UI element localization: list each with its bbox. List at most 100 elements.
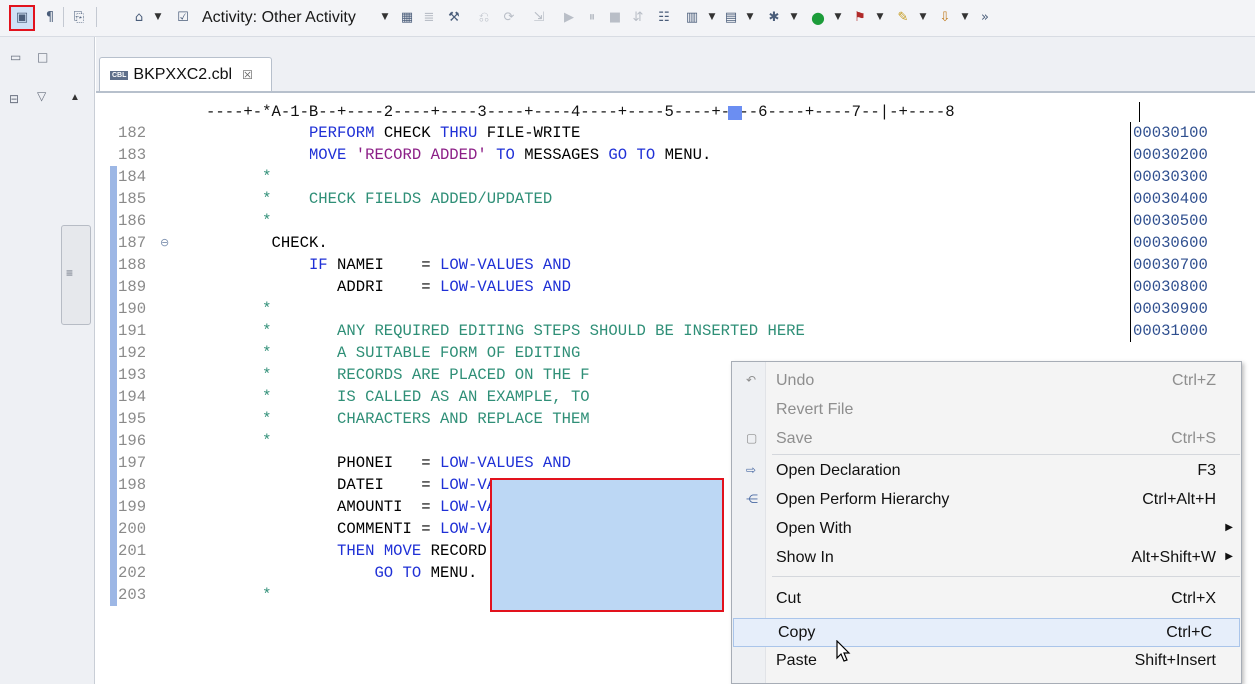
dimmed-toolbar-icon[interactable]: ⇲ <box>530 8 548 26</box>
run-icon-button[interactable]: ● <box>809 8 827 27</box>
navigate-icon-button[interactable]: ⇩ <box>936 8 954 26</box>
menu-item-show-in[interactable]: Show In Alt+Shift+W ▶ <box>732 544 1241 573</box>
menu-separator <box>772 454 1240 455</box>
activity-dropdown-icon[interactable]: ▼ <box>380 8 390 26</box>
suspend-icon-button[interactable]: ⏸ <box>583 8 601 26</box>
undo-icon: ↶ <box>746 373 757 387</box>
hierarchy-icon: ⋲ <box>746 492 758 506</box>
source-view-icon: ▣ <box>15 9 29 25</box>
source-text: * ANY REQUIRED EDITING STEPS SHOULD BE I… <box>206 322 805 340</box>
build-icon-button[interactable]: ⚒ <box>445 8 463 26</box>
menu-item-shortcut: Ctrl+Z <box>1172 372 1216 389</box>
menu-item-cut[interactable]: Cut Ctrl+X <box>732 585 1241 614</box>
tool-icon-button[interactable]: ✎ <box>894 8 912 26</box>
debug-dropdown-icon[interactable]: ▼ <box>789 8 799 26</box>
menu-item-paste[interactable]: Paste Shift+Insert <box>732 647 1241 676</box>
menu-item-label: Show In <box>776 549 834 566</box>
source-text: * <box>206 168 272 186</box>
view-menu-icon[interactable]: ▽ <box>37 89 46 103</box>
menu-item-undo[interactable]: ↶ Undo Ctrl+Z <box>732 367 1241 396</box>
fold-toggle-icon[interactable]: ⊖ <box>160 232 169 254</box>
code-line[interactable]: 188 IF NAMEI = LOW-VALUES AND 00030700 <box>96 254 1255 276</box>
collapse-all-icon[interactable]: ⊟ <box>9 92 19 106</box>
text-selection-highlight <box>490 478 724 612</box>
source-text: * <box>206 586 272 604</box>
line-number: 183 <box>118 146 147 164</box>
run-dropdown-icon[interactable]: ▼ <box>833 8 843 26</box>
menu-item-revert-file[interactable]: Revert File <box>732 396 1241 425</box>
line-number: 187 <box>118 234 147 252</box>
source-text: GO TO MENU. <box>374 564 478 582</box>
code-line[interactable]: 183 MOVE 'RECORD ADDED' TO MESSAGES GO T… <box>96 144 1255 166</box>
sequence-number: 00030500 <box>1130 210 1208 232</box>
ruler-cursor-marker <box>728 106 742 120</box>
debug-icon-button[interactable]: ✱ <box>765 8 783 26</box>
paste-icon-button[interactable]: ⎘ <box>70 8 88 26</box>
external-tools-dropdown-icon[interactable]: ▼ <box>875 8 885 26</box>
tool-dropdown-icon[interactable]: ▼ <box>918 8 928 26</box>
code-line[interactable]: 186 * 00030500 <box>96 210 1255 232</box>
line-number: 199 <box>118 498 147 516</box>
code-line[interactable]: 190 * 00030900 <box>96 298 1255 320</box>
run-config-dropdown-icon[interactable]: ▼ <box>745 8 755 26</box>
source-text: * CHECK FIELDS ADDED/UPDATED <box>206 190 553 208</box>
source-text: * RECORDS ARE PLACED ON THE F <box>206 366 590 384</box>
dimmed-toolbar-icon[interactable]: ≣ <box>420 8 438 26</box>
line-number: 194 <box>118 388 147 406</box>
dimmed-toolbar-icon[interactable]: ⎌ <box>475 8 493 26</box>
menu-item-save[interactable]: ▢ Save Ctrl+S <box>732 425 1241 454</box>
menu-item-shortcut: Shift+Insert <box>1134 652 1216 669</box>
source-text: COMMENTI = LOW-VALUES <box>337 520 534 538</box>
code-line[interactable]: 185 * CHECK FIELDS ADDED/UPDATED 00030400 <box>96 188 1255 210</box>
code-line[interactable]: 184 * 00030300 <box>96 166 1255 188</box>
sequence-number: 00030100 <box>1130 122 1208 144</box>
home-button[interactable]: ⌂ <box>130 8 148 26</box>
minimize-icon[interactable]: ▭ <box>10 50 21 64</box>
change-marker <box>110 408 117 430</box>
coverage-dropdown-icon[interactable]: ▼ <box>707 8 717 26</box>
menu-item-open-with[interactable]: Open With ▶ <box>732 515 1241 544</box>
code-line[interactable]: 182 PERFORM CHECK THRU FILE-WRITE 0003010… <box>96 122 1255 144</box>
dimmed-toolbar-icon[interactable]: ⇵ <box>629 8 647 26</box>
dimmed-toolbar-icon[interactable]: ⟳ <box>500 8 518 26</box>
menu-item-shortcut: F3 <box>1197 462 1216 479</box>
sequence-number: 00030700 <box>1130 254 1208 276</box>
editor-tab-bkpxxc2[interactable]: CBL BKPXXC2.cbl ☒ <box>99 57 272 92</box>
sequence-number: 00031000 <box>1130 320 1208 342</box>
line-number: 195 <box>118 410 147 428</box>
tab-title: BKPXXC2.cbl <box>133 66 233 83</box>
menu-item-copy[interactable]: Copy Ctrl+C <box>733 618 1240 647</box>
menu-item-open-declaration[interactable]: ⇨ Open Declaration F3 <box>732 457 1241 486</box>
run-config-icon-button[interactable]: ▤ <box>722 8 740 26</box>
line-number: 185 <box>118 190 147 208</box>
code-line[interactable]: 187 ⊖ CHECK. 00030600 <box>96 232 1255 254</box>
menu-item-open-perform-hierarchy[interactable]: ⋲ Open Perform Hierarchy Ctrl+Alt+H <box>732 486 1241 515</box>
show-whitespace-button[interactable]: ¶ <box>41 8 59 26</box>
source-text: MOVE 'RECORD ADDED' TO MESSAGES GO TO ME… <box>308 146 712 164</box>
toolbar-separator <box>96 7 97 27</box>
toolbar-overflow-icon[interactable]: » <box>976 8 994 26</box>
outline-icon-button[interactable]: ☷ <box>655 8 673 26</box>
coverage-icon-button[interactable]: ▥ <box>683 8 701 26</box>
navigate-dropdown-icon[interactable]: ▼ <box>960 8 970 26</box>
tab-close-icon[interactable]: ☒ <box>242 68 253 82</box>
scrollbar-grip-icon: ≡ <box>66 266 74 280</box>
line-number: 201 <box>118 542 147 560</box>
activity-label[interactable]: Activity: Other Activity <box>202 9 356 27</box>
source-text: PERFORM CHECK THRU FILE-WRITE <box>308 124 581 142</box>
line-number: 192 <box>118 344 147 362</box>
external-tools-icon-button[interactable]: ⚑ <box>851 8 869 26</box>
terminate-icon-button[interactable]: ■ <box>606 8 624 26</box>
code-line[interactable]: 189 ADDRI = LOW-VALUES AND 00030800 <box>96 276 1255 298</box>
task-list-button[interactable]: ▦ <box>398 8 416 26</box>
sequence-number: 00030900 <box>1130 298 1208 320</box>
change-marker <box>110 364 117 386</box>
menu-item-shortcut: Ctrl+Alt+H <box>1142 491 1216 508</box>
code-line[interactable]: 191 * ANY REQUIRED EDITING STEPS SHOULD … <box>96 320 1255 342</box>
resume-icon-button[interactable]: ▶ <box>560 8 578 26</box>
line-number: 189 <box>118 278 147 296</box>
scroll-up-icon[interactable]: ▲ <box>70 92 80 103</box>
mouse-pointer-icon <box>836 640 851 662</box>
home-dropdown-icon[interactable]: ▼ <box>153 8 163 26</box>
maximize-icon[interactable]: □ <box>37 50 48 64</box>
